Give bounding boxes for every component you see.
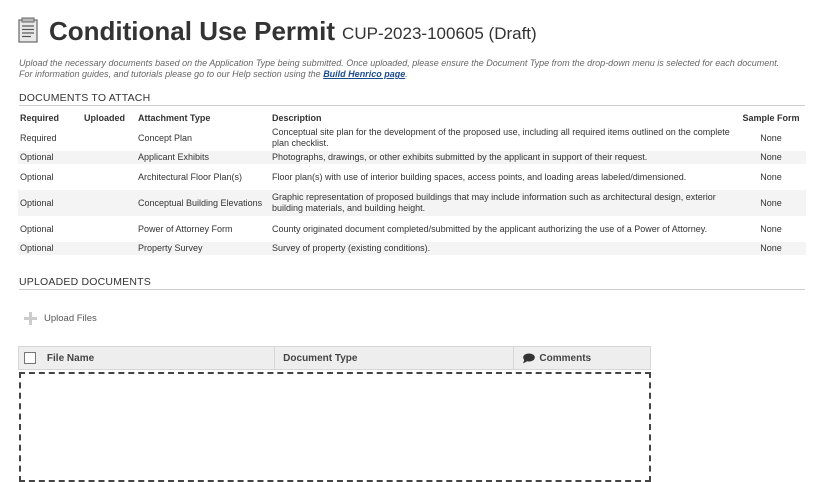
upload-files-button[interactable]: Upload Files (24, 312, 97, 325)
cell-attachment-type: Conceptual Building Elevations (138, 197, 263, 208)
cell-sample-form: None (760, 243, 782, 253)
cell-required: Optional (20, 171, 54, 182)
document-icon (18, 17, 38, 43)
page-title: Conditional Use Permit (49, 16, 336, 46)
cell-attachment-type: Power of Attorney Form (138, 223, 233, 234)
cell-uploaded (82, 242, 136, 255)
comment-bubble-icon (523, 353, 536, 363)
record-number: CUP-2023-100605 (Draft) (342, 24, 537, 43)
cell-attachment-type: Property Survey (138, 243, 203, 253)
col-description: Description (272, 112, 322, 123)
col-file-name[interactable]: File Name (41, 347, 276, 369)
instructions-line-2-prefix: For information guides, and tutorials pl… (19, 69, 324, 79)
table-row: Optional Property Survey Survey of prope… (18, 242, 806, 255)
table-row: Optional Architectural Floor Plan(s) Flo… (18, 164, 806, 190)
build-henrico-link[interactable]: Build Henrico page (323, 69, 405, 79)
cell-description: Photographs, drawings, or other exhibits… (272, 152, 648, 162)
col-sample-form: Sample Form (742, 112, 800, 123)
cell-uploaded (82, 216, 136, 242)
cell-description: Conceptual site plan for the development… (272, 127, 730, 148)
table-row: Optional Conceptual Building Elevations … (18, 190, 806, 216)
cell-required: Optional (20, 152, 54, 162)
table-row: Optional Power of Attorney Form County o… (18, 216, 806, 242)
cell-sample-form: None (760, 152, 782, 162)
cell-required: Required (20, 132, 57, 143)
cell-sample-form: None (760, 171, 782, 182)
cell-required: Optional (20, 243, 54, 253)
cell-sample-form: None (760, 223, 782, 234)
documents-section-title: DOCUMENTS TO ATTACH (19, 92, 805, 106)
cell-sample-form: None (760, 197, 782, 208)
documents-table-header: Required Uploaded Attachment Type Descri… (18, 110, 806, 125)
uploaded-grid-header: File Name Document Type Comments (18, 346, 651, 370)
table-row: Required Concept Plan Conceptual site pl… (18, 125, 806, 151)
cell-description: Survey of property (existing conditions)… (272, 243, 431, 253)
uploaded-section-title: UPLOADED DOCUMENTS (19, 276, 805, 290)
instructions-line-2: For information guides, and tutorials pl… (19, 69, 819, 80)
select-all-cell (19, 347, 41, 369)
cell-sample-form: None (760, 132, 782, 143)
table-row: Optional Applicant Exhibits Photographs,… (18, 151, 806, 164)
col-document-type[interactable]: Document Type (275, 347, 515, 369)
col-attachment-type: Attachment Type (138, 112, 211, 123)
cell-attachment-type: Architectural Floor Plan(s) (138, 171, 243, 182)
cell-description: Floor plan(s) with use of interior build… (272, 171, 687, 182)
plus-icon (24, 312, 37, 325)
cell-uploaded (82, 190, 136, 216)
upload-instructions: Upload the necessary documents based on … (19, 58, 819, 80)
select-all-checkbox[interactable] (23, 352, 36, 364)
cell-required: Optional (20, 223, 54, 234)
cell-attachment-type: Applicant Exhibits (138, 152, 210, 162)
col-comments-label: Comments (539, 352, 592, 364)
documents-table: Required Uploaded Attachment Type Descri… (18, 110, 806, 255)
col-required: Required (20, 112, 60, 123)
instructions-line-1: Upload the necessary documents based on … (19, 58, 780, 68)
cell-required: Optional (20, 197, 54, 208)
page-header: Conditional Use Permit CUP-2023-100605 (… (18, 16, 537, 46)
instructions-line-2-suffix: . (405, 69, 408, 79)
cell-description: Graphic representation of proposed build… (272, 192, 716, 213)
cell-description: County originated document completed/sub… (272, 223, 708, 234)
cell-attachment-type: Concept Plan (138, 132, 193, 143)
col-uploaded: Uploaded (84, 112, 126, 123)
cell-uploaded (82, 151, 136, 164)
cell-uploaded (82, 164, 136, 190)
upload-files-label: Upload Files (44, 313, 97, 324)
col-comments[interactable]: Comments (514, 347, 650, 369)
cell-uploaded (82, 125, 136, 151)
